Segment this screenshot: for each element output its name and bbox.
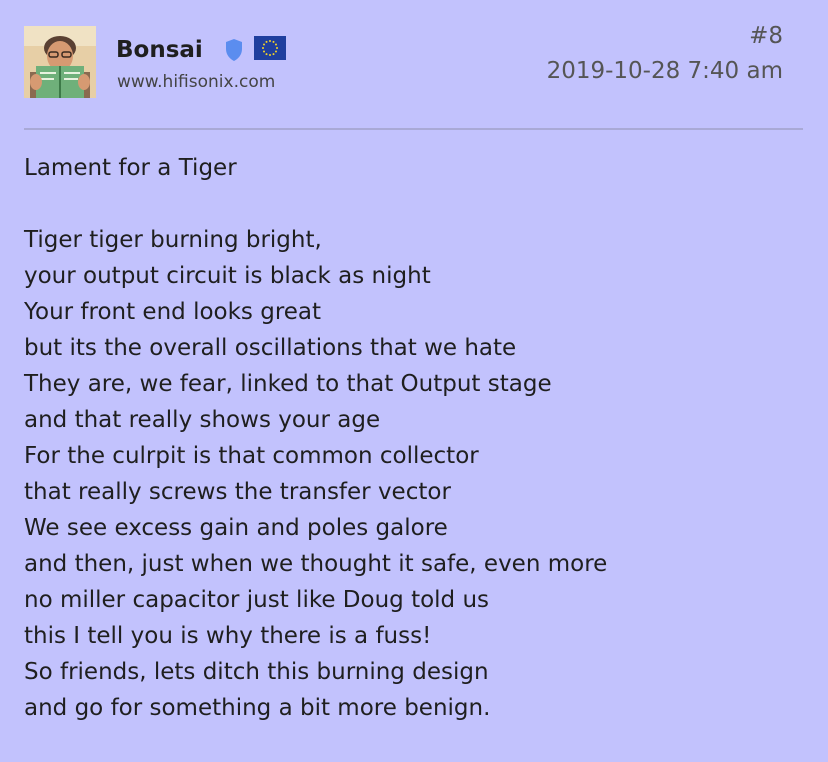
poem-line: that really screws the transfer vector [24, 479, 451, 505]
forum-post: Bonsai www.hifisonix.com #8 2019-10-28 7… [0, 0, 828, 762]
poem-line: and go for something a bit more benign. [24, 695, 491, 721]
poem-line: For the culrpit is that common collector [24, 443, 479, 469]
user-website-link[interactable]: www.hifisonix.com [117, 70, 275, 94]
poem-line: this I tell you is why there is a fuss! [24, 623, 432, 649]
post-content: Lament for a Tiger Tiger tiger burning b… [24, 150, 804, 726]
user-avatar[interactable] [24, 26, 96, 98]
poem-line: So friends, lets ditch this burning desi… [24, 659, 489, 685]
poem-line: We see excess gain and poles galore [24, 515, 448, 541]
post-timestamp: 2019-10-28 7:40 am [546, 58, 783, 84]
poem-line: They are, we fear, linked to that Output… [24, 371, 552, 397]
poem-line: but its the overall oscillations that we… [24, 335, 517, 361]
poem-line: and then, just when we thought it safe, … [24, 551, 608, 577]
poem-line: Tiger tiger burning bright, [24, 227, 322, 253]
eu-flag-icon [254, 36, 286, 60]
poem-line: Your front end looks great [24, 299, 322, 325]
shield-icon [226, 39, 242, 61]
username[interactable]: Bonsai [116, 35, 203, 65]
poem-line: and that really shows your age [24, 407, 381, 433]
poem-line: your output circuit is black as night [24, 263, 431, 289]
post-number-link[interactable]: #8 [749, 22, 783, 50]
avatar-image [24, 26, 96, 98]
post-title: Lament for a Tiger [24, 155, 237, 181]
poem-line: no miller capacitor just like Doug told … [24, 587, 490, 613]
header-divider [24, 128, 803, 130]
